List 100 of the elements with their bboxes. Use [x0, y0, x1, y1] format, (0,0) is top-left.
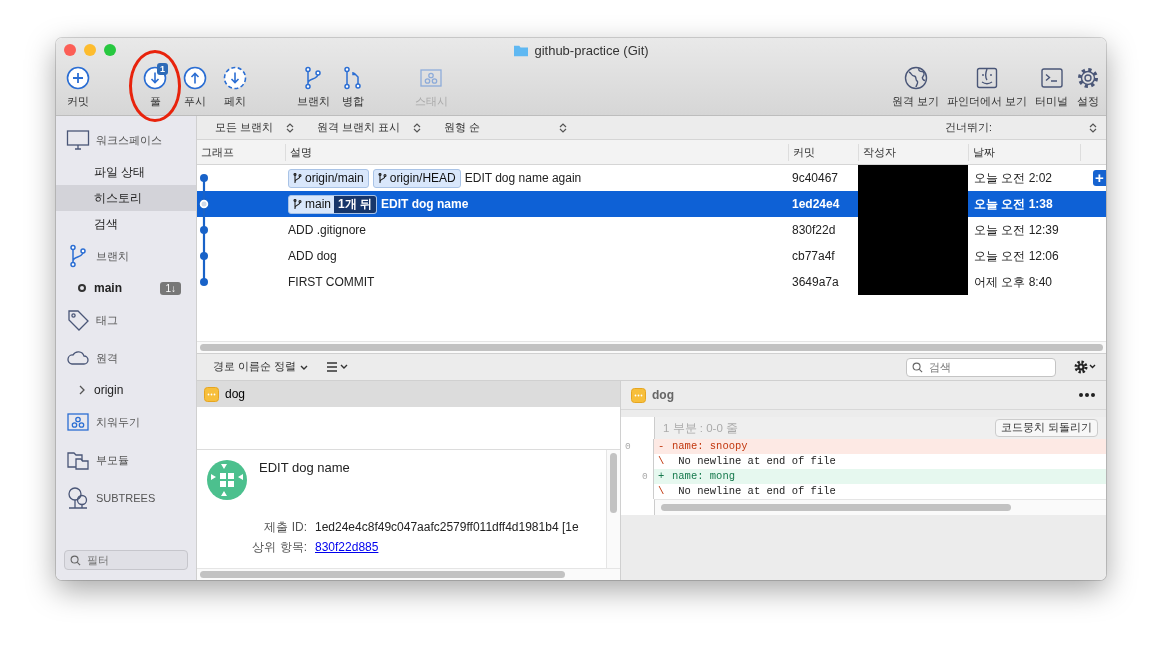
sidebar-item[interactable]: 히스토리 — [56, 185, 196, 211]
terminal-icon — [1039, 66, 1064, 90]
hunk-header: 1 부분 : 0-0 줄 — [663, 420, 738, 436]
file-row[interactable]: dog — [197, 381, 620, 407]
updown-icon — [557, 121, 568, 134]
close-button[interactable] — [64, 44, 76, 56]
folder-icon — [513, 43, 530, 57]
commit-date: 오늘 오전 1:38 — [973, 195, 1054, 213]
field-value: 1ed24e4c8f49c047aafc2579ff011dff4d1981b4 [1e — [315, 519, 580, 536]
commit-node — [197, 243, 211, 269]
monitor-icon — [66, 128, 90, 152]
scrollbar[interactable] — [200, 571, 565, 578]
branch-icon — [293, 198, 302, 210]
commit-node — [197, 191, 211, 217]
branch-label[interactable]: origin/HEAD — [372, 168, 461, 188]
updown-icon — [284, 121, 295, 134]
filter-field[interactable]: 필터 — [64, 550, 188, 570]
settings-icon — [1076, 66, 1100, 90]
toolbar-button[interactable]: 푸시 — [175, 66, 215, 109]
dashed-circle-icon — [223, 66, 247, 90]
toolbar-button[interactable]: 터미널 — [1033, 66, 1070, 109]
sidebar-item[interactable]: origin — [56, 377, 196, 403]
search-icon — [912, 361, 923, 373]
add-button[interactable]: + — [1093, 170, 1106, 186]
commit-subject: EDIT dog name — [259, 460, 350, 477]
view-dropdown[interactable] — [325, 361, 348, 373]
diff-line: \ No newline at end of file — [657, 484, 837, 499]
commit-row[interactable]: main 1개 뒤 EDIT dog name 1ed24e4 오늘 오전 1:38 — [197, 191, 1106, 217]
updown-icon — [1088, 121, 1098, 134]
column-header[interactable]: 작성자 — [858, 143, 968, 161]
zoom-button[interactable] — [104, 44, 116, 56]
branch-icon — [377, 172, 387, 184]
minimize-button[interactable] — [84, 44, 96, 56]
column-header[interactable]: 날짜 — [968, 143, 1080, 161]
column-header[interactable]: 설명 — [285, 143, 788, 161]
commit-row[interactable]: ADD .gitignore 830f22d 오늘 오전 12:39 — [197, 217, 1106, 243]
toolbar-button[interactable]: 브랜치 — [293, 66, 333, 109]
branch-label[interactable]: origin/main — [288, 168, 369, 188]
toolbar-button[interactable]: 파인더에서 보기 — [945, 66, 1029, 109]
toolbar-button[interactable]: 병합 — [333, 66, 373, 109]
avatar — [207, 460, 247, 500]
commit-date: 오늘 오전 12:39 — [973, 221, 1060, 239]
current-branch-icon — [78, 284, 86, 292]
commit-hash: 830f22d — [791, 223, 837, 237]
scrollbar[interactable] — [661, 504, 1011, 511]
branch-label[interactable]: main 1개 뒤 — [288, 194, 378, 214]
file-name: dog — [652, 388, 674, 402]
scrollbar[interactable] — [200, 344, 1103, 351]
globe-icon — [903, 66, 928, 90]
dropdown[interactable]: 원형 순 — [443, 120, 568, 135]
list-icon — [325, 361, 348, 373]
toolbar-button[interactable]: 커밋 — [58, 66, 98, 109]
tree-icon — [66, 486, 90, 510]
toolbar-button[interactable]: 설정 — [1074, 66, 1102, 109]
column-header[interactable]: 커밋 — [788, 143, 858, 161]
plus-circle-icon — [66, 66, 90, 90]
dropdown[interactable]: 모든 브랜치 — [215, 120, 295, 135]
toolbar-button[interactable]: 페치 — [215, 66, 255, 109]
commit-row[interactable]: FIRST COMMIT 3649a7a 어제 오후 8:40 — [197, 269, 1106, 295]
sort-dropdown[interactable]: 경로 이름순 정렬 — [213, 360, 308, 374]
modified-file-icon — [204, 386, 219, 402]
remote-name: origin — [94, 383, 124, 397]
commit-hash: 3649a7a — [791, 275, 840, 289]
parent-commit-link[interactable]: 830f22d885 — [315, 537, 606, 557]
section-header: 치워두기 — [96, 414, 140, 430]
section-header: 원격 — [96, 350, 118, 366]
line-number: 0 — [624, 440, 632, 454]
filter-input[interactable]: 필터 — [85, 553, 175, 567]
column-header[interactable]: 그래프 — [197, 143, 285, 161]
toolbar-button[interactable]: 원격 보기 — [890, 66, 942, 109]
stash-icon — [66, 410, 90, 434]
sidebar-item[interactable]: 검색 — [56, 211, 196, 237]
commit-message: EDIT dog name — [381, 197, 469, 211]
commit-date: 오늘 오전 2:02 — [973, 169, 1054, 187]
dropdown[interactable]: 원격 브랜치 표시 — [316, 120, 422, 135]
commit-row[interactable]: ADD dog cb77a4f 오늘 오전 12:06 — [197, 243, 1106, 269]
branch-name: main — [94, 281, 122, 295]
more-icon — [1078, 392, 1096, 398]
sidebar-item[interactable]: 파일 상태 — [56, 159, 196, 185]
toolbar-button[interactable]: 풀 1 — [135, 66, 175, 109]
section-header: 부모듈 — [96, 452, 129, 468]
scrollbar[interactable] — [610, 453, 617, 513]
count-badge: 1 — [157, 63, 168, 75]
finder-icon — [975, 66, 1000, 90]
section-header: 태그 — [96, 312, 118, 328]
window-title: github-practice (Git) — [534, 42, 649, 58]
settings-dropdown[interactable] — [1074, 360, 1096, 374]
commit-date: 오늘 오전 12:06 — [973, 247, 1060, 265]
search-field[interactable]: 검색 — [906, 357, 1056, 377]
search-icon — [70, 554, 81, 566]
commit-hash: 9c40467 — [791, 171, 840, 185]
settings-icon — [1074, 360, 1096, 374]
stash-icon — [419, 66, 443, 90]
field-label: 상위 항목: — [251, 539, 307, 556]
sidebar-item[interactable]: main 1↓ — [56, 275, 196, 301]
section-header: 브랜치 — [96, 248, 129, 264]
tag-icon — [66, 308, 90, 332]
commit-message: EDIT dog name again — [464, 171, 582, 185]
dropdown[interactable]: 건너뛰기: — [945, 120, 1098, 135]
discard-hunk-button[interactable]: 코드뭉치 되돌리기 — [995, 419, 1098, 437]
